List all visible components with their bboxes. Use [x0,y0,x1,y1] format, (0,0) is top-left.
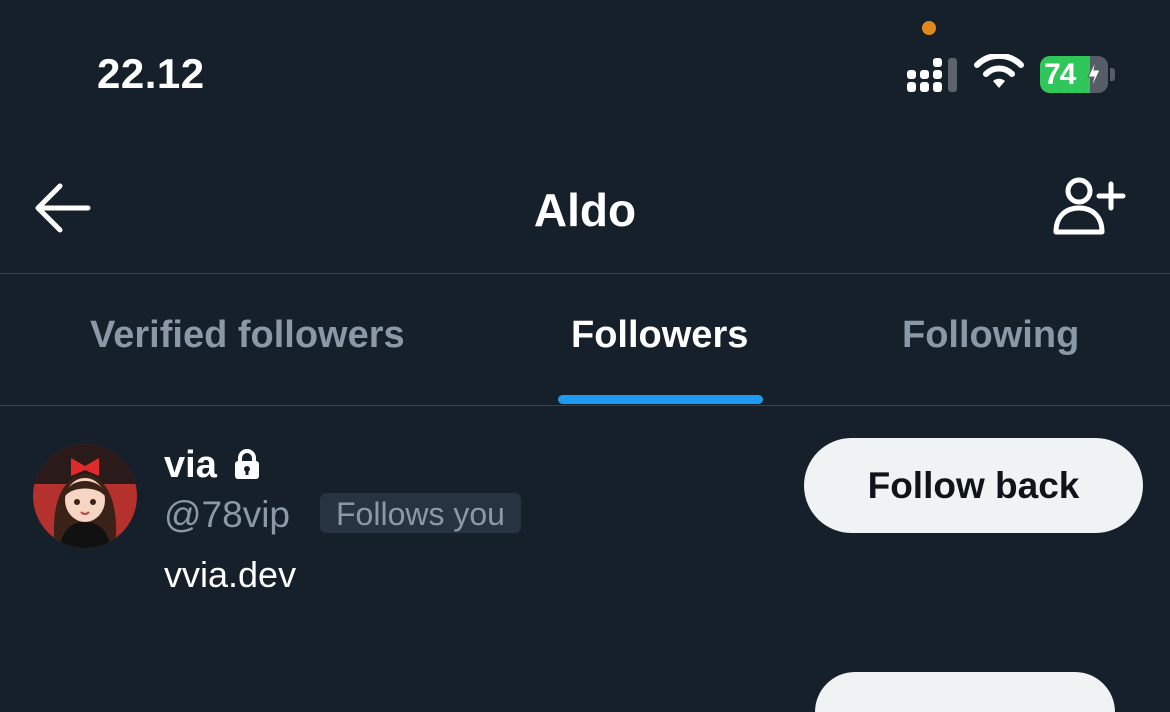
add-user-icon [1053,177,1126,235]
tab-verified-followers[interactable]: Verified followers [90,314,405,357]
charging-bolt-icon [1087,59,1101,90]
wifi-icon [974,54,1024,88]
battery-body: 74 [1040,56,1108,93]
status-bar: 22.12 74 [0,0,1170,130]
follower-list-item[interactable]: via @78vip Follows you vvia.dev Follow b… [0,406,1170,626]
status-time: 22.12 [97,50,205,97]
tab-bar: Verified followers Followers Following [0,274,1170,405]
add-user-button[interactable] [1050,174,1126,238]
lock-icon [235,449,259,479]
tab-followers[interactable]: Followers [571,314,748,357]
follower-handle: @78vip [164,494,291,535]
follower-name[interactable]: via [164,444,217,487]
avatar[interactable] [33,444,137,548]
follow-back-button[interactable]: Follow back [804,438,1143,533]
battery-percent: 74 [1044,58,1076,91]
signal-icon [907,58,957,92]
top-bar: Aldo [0,140,1170,273]
avatar-image [33,444,137,548]
page-title: Aldo [533,184,637,236]
battery-icon: 74 [1040,56,1116,94]
follows-you-badge: Follows you [320,493,521,533]
battery-tip [1110,68,1115,81]
mic-indicator-dot [922,21,936,35]
active-tab-indicator [558,395,763,404]
next-follow-button-partial[interactable] [815,672,1115,712]
tab-following[interactable]: Following [902,314,1079,357]
follower-bio: vvia.dev [164,554,297,595]
